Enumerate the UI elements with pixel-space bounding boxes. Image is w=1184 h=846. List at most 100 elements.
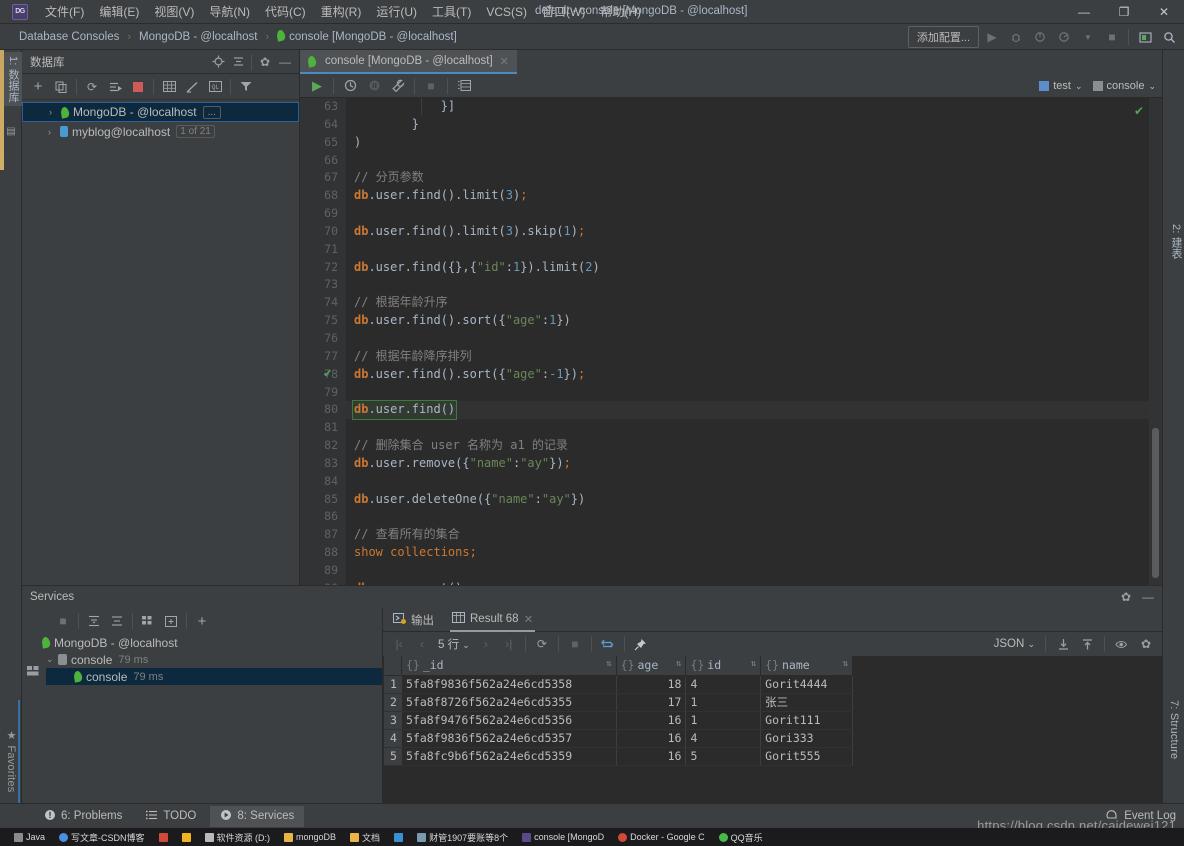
table-row[interactable]: 15fa8f9836f562a24e6cd5358184Gorit4444: [384, 675, 853, 693]
settings-gear-icon[interactable]: ✿: [255, 52, 275, 72]
status-item-1[interactable]: TODO: [136, 807, 206, 826]
console-icon[interactable]: QL: [204, 76, 226, 98]
code-text-area[interactable]: }] })// 分页参数db.user.find().limit(3);db.u…: [346, 98, 1162, 585]
code-line[interactable]: ): [346, 134, 1162, 152]
event-log-button[interactable]: Event Log: [1106, 809, 1176, 824]
locate-icon[interactable]: [208, 52, 228, 72]
code-line[interactable]: [346, 419, 1162, 437]
cell-_id[interactable]: 5fa8f9476f562a24e6cd5356: [401, 711, 616, 729]
menu-item-1[interactable]: 编辑(E): [92, 0, 146, 23]
cell-id[interactable]: 1: [686, 711, 761, 729]
table-row[interactable]: 55fa8fc9b6f562a24e6cd5359165Gorit555: [384, 747, 853, 765]
code-editor[interactable]: 63646566676869707172737475767778✔7980818…: [300, 98, 1162, 585]
stop-icon[interactable]: ■: [420, 76, 442, 96]
db-tree-item-1[interactable]: › myblog@localhost1 of 21: [22, 122, 299, 141]
taskbar-item-3[interactable]: [182, 833, 191, 842]
menu-item-2[interactable]: 视图(V): [147, 0, 201, 23]
taskbar-item-10[interactable]: Docker - Google C: [618, 832, 705, 842]
code-line[interactable]: // 根据年龄升序: [346, 294, 1162, 312]
schema-selector[interactable]: test ⌄: [1039, 80, 1082, 92]
cell-age[interactable]: 16: [616, 729, 686, 747]
menu-item-5[interactable]: 重构(R): [314, 0, 369, 23]
filter-icon[interactable]: [235, 76, 257, 98]
code-line[interactable]: db.user.find().limit(3).skip(1);: [346, 223, 1162, 241]
taskbar-item-11[interactable]: QQ音乐: [719, 831, 763, 844]
search-everywhere-icon[interactable]: [1158, 26, 1180, 48]
add-icon[interactable]: +: [27, 76, 49, 98]
menu-item-0[interactable]: 文件(F): [38, 0, 91, 23]
pause-icon[interactable]: [363, 76, 385, 96]
hide-panel-icon[interactable]: —: [1138, 587, 1158, 607]
close-icon[interactable]: ✕: [500, 55, 509, 68]
column-header-_id[interactable]: {}_id⇅: [401, 656, 616, 675]
row-count-selector[interactable]: 5 行 ⌄: [435, 636, 473, 652]
taskbar-item-5[interactable]: mongoDB: [284, 832, 336, 842]
wrench-icon[interactable]: [387, 76, 409, 96]
cell-age[interactable]: 17: [616, 693, 686, 711]
history-icon[interactable]: [339, 76, 361, 96]
table-row[interactable]: 35fa8f9476f562a24e6cd5356161Gorit111: [384, 711, 853, 729]
code-line[interactable]: db.user.deleteOne({"name":"ay"}): [346, 491, 1162, 509]
collapse-all-icon[interactable]: [106, 610, 128, 632]
taskbar-item-4[interactable]: 软件资源 (D:): [205, 831, 271, 844]
breadcrumb-item-1[interactable]: MongoDB - @localhost: [136, 30, 260, 44]
cell-id[interactable]: 4: [686, 675, 761, 693]
code-line[interactable]: [346, 241, 1162, 259]
editor-scrollbar-track[interactable]: [1149, 98, 1162, 585]
copy-icon[interactable]: [50, 76, 72, 98]
execute-icon[interactable]: ▶: [306, 76, 328, 96]
table-icon[interactable]: [158, 76, 180, 98]
code-line[interactable]: db.user.find().sort({"age":-1});: [346, 366, 1162, 384]
code-line[interactable]: [346, 562, 1162, 580]
taskbar-item-8[interactable]: 财管1907要账等8个: [417, 831, 508, 844]
transpose-icon[interactable]: [598, 634, 618, 654]
cell-_id[interactable]: 5fa8fc9b6f562a24e6cd5359: [401, 747, 616, 765]
code-line[interactable]: [346, 473, 1162, 491]
debug-icon[interactable]: [1005, 26, 1027, 48]
chevron-down-icon[interactable]: ▼: [1077, 26, 1099, 48]
cell-age[interactable]: 16: [616, 711, 686, 729]
taskbar-item-1[interactable]: 写文章-CSDN博客: [59, 831, 145, 844]
cell-id[interactable]: 4: [686, 729, 761, 747]
sort-icon[interactable]: ⇅: [751, 659, 756, 669]
taskbar-item-7[interactable]: [394, 833, 403, 842]
editor-tab-console[interactable]: console [MongoDB - @localhost] ✕: [300, 50, 517, 74]
settings-gear-icon[interactable]: ✿: [1116, 587, 1136, 607]
sort-icon[interactable]: ⇅: [676, 659, 681, 669]
status-item-2[interactable]: 8: Services: [210, 806, 304, 827]
menu-item-7[interactable]: 工具(T): [425, 0, 478, 23]
code-line[interactable]: [346, 276, 1162, 294]
cell-name[interactable]: 张三: [761, 693, 853, 711]
new-tab-icon[interactable]: [160, 610, 182, 632]
column-header-name[interactable]: {}name⇅: [761, 656, 853, 675]
status-item-0[interactable]: 6: Problems: [34, 806, 132, 827]
cell-name[interactable]: Gori333: [761, 729, 853, 747]
result-tab-0[interactable]: 输出: [391, 608, 436, 632]
last-page-icon[interactable]: ›|: [499, 634, 519, 654]
breadcrumb-item-2[interactable]: console [MongoDB - @localhost]: [274, 29, 460, 44]
services-view-icon[interactable]: [22, 660, 44, 682]
code-line[interactable]: db.user.find().sort({"age":1}): [346, 312, 1162, 330]
menu-item-8[interactable]: VCS(S): [479, 2, 534, 22]
format-selector[interactable]: JSON ⌄: [991, 638, 1038, 650]
code-line[interactable]: db.user.find(): [346, 401, 1162, 419]
export-icon[interactable]: [1077, 634, 1097, 654]
cell-name[interactable]: Gorit4444: [761, 675, 853, 693]
table-row[interactable]: 25fa8f8726f562a24e6cd5355171张三: [384, 693, 853, 711]
code-line[interactable]: [346, 152, 1162, 170]
profile-icon[interactable]: [1029, 26, 1051, 48]
taskbar-item-9[interactable]: console [MongoD: [522, 832, 604, 842]
stop-icon[interactable]: ■: [52, 610, 74, 632]
close-icon[interactable]: ✕: [524, 612, 534, 626]
view-options-icon[interactable]: [1112, 634, 1132, 654]
sidebar-tab-second[interactable]: 2: 建表: [1166, 220, 1184, 263]
hide-panel-icon[interactable]: —: [275, 52, 295, 72]
service-item-2[interactable]: console79 ms: [22, 668, 382, 685]
sort-icon[interactable]: ⇅: [606, 659, 611, 669]
code-line[interactable]: }: [346, 116, 1162, 134]
first-page-icon[interactable]: |‹: [389, 634, 409, 654]
run-script-icon[interactable]: [104, 76, 126, 98]
import-icon[interactable]: [1053, 634, 1073, 654]
result-tab-1[interactable]: Result 68✕: [450, 608, 535, 632]
service-item-1[interactable]: ⌄ console79 ms: [22, 651, 382, 668]
